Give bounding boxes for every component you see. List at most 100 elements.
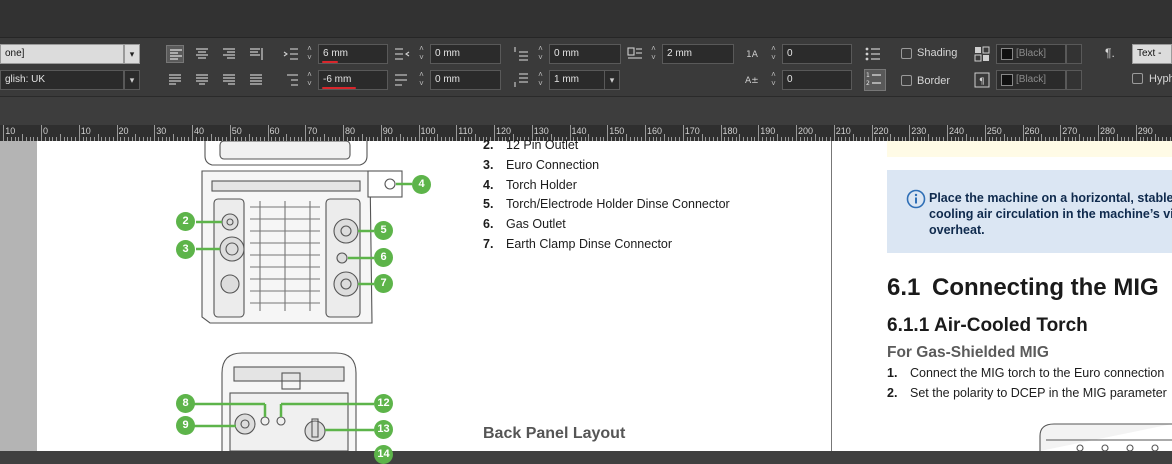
ruler-minor-tick [437, 134, 439, 141]
callout-line-3: overheat. [929, 223, 985, 237]
ruler-label: 60 [269, 126, 280, 136]
step-number: 2. [887, 386, 898, 400]
language-field[interactable]: glish: UK [0, 70, 124, 90]
drop-cap-lines-field[interactable]: 2 mm [662, 44, 734, 64]
ruler-major-tick [343, 125, 344, 141]
ruler-major-tick [909, 125, 911, 141]
right-indent-stepper[interactable]: ˄ ˅ [416, 44, 427, 64]
torch-illustration [1039, 423, 1172, 451]
ruler-label: 10 [5, 126, 16, 136]
right-indent-icon [393, 45, 411, 63]
ruler-label: 160 [647, 126, 663, 136]
ruler-label: 20 [118, 126, 129, 136]
ruler-minor-tick [739, 134, 741, 141]
align-center-icon[interactable] [193, 45, 211, 63]
info-icon [906, 189, 926, 209]
ruler-label: 140 [571, 126, 587, 136]
space-after-icon [512, 71, 530, 89]
text-style-field[interactable]: Text - [1132, 44, 1172, 64]
drop-cap-lines-stepper[interactable]: ˄ ˅ [648, 44, 659, 64]
border-checkbox[interactable] [901, 75, 912, 86]
list-number: 5. [483, 197, 494, 211]
shading-checkbox[interactable] [901, 48, 912, 59]
ruler-major-tick [267, 125, 269, 141]
space-after-field[interactable]: 1 mm [549, 70, 605, 90]
ruler-minor-tick [1041, 134, 1043, 141]
ruler-label: 100 [420, 126, 436, 136]
last-line-indent-stepper[interactable]: ˄ ˅ [416, 70, 427, 90]
black-swatch [1001, 74, 1013, 86]
left-indent-stepper[interactable]: ˄ ˅ [304, 44, 315, 64]
border-settings-icon[interactable]: ¶ [973, 71, 991, 89]
space-after-stepper[interactable]: ˄ ˅ [535, 70, 546, 90]
ruler-minor-tick [852, 134, 854, 141]
spelling-underline [322, 61, 338, 63]
horizontal-ruler[interactable]: 10 0 10 20 30 40 50 60 70 80 90 100 110 120 130 140 150 1… [0, 125, 1172, 141]
ruler-minor-tick [1079, 134, 1081, 141]
drop-cap-characters-field[interactable]: 0 [782, 44, 852, 64]
ruler-major-tick [1022, 125, 1024, 141]
ruler-minor-tick [324, 134, 326, 141]
callout-badge-5: 5 [374, 221, 393, 240]
callout-badge-12: 12 [374, 394, 393, 413]
ruler-major-tick [607, 125, 609, 141]
ruler-label: 80 [345, 126, 356, 136]
list-number: 7. [483, 237, 494, 251]
space-before-stepper[interactable]: ˄ ˅ [535, 44, 546, 64]
ruler-major-tick [1060, 125, 1062, 141]
ruler-major-tick [1098, 125, 1099, 141]
ruler-minor-tick [286, 134, 288, 141]
paragraph-style-field[interactable]: one] [0, 44, 124, 64]
list-item-text: Earth Clamp Dinse Connector [506, 237, 673, 251]
first-line-indent-stepper[interactable]: ˄ ˅ [304, 70, 315, 90]
baseline-shift-field[interactable]: 0 [782, 70, 852, 90]
ruler-label: 290 [1137, 126, 1153, 136]
space-before-field[interactable]: 0 mm [549, 44, 621, 64]
align-right-icon[interactable] [220, 45, 238, 63]
ruler-minor-tick [1003, 134, 1005, 141]
black-swatch [1001, 48, 1013, 60]
border-swatch-dropdown[interactable] [1066, 70, 1082, 90]
bulleted-list-icon[interactable] [864, 45, 882, 63]
ruler-minor-tick [475, 134, 477, 141]
ruler-label: 240 [949, 126, 965, 136]
align-towards-spine-icon[interactable] [247, 45, 265, 63]
drop-cap-characters-stepper[interactable]: ˄ ˅ [768, 44, 779, 64]
ruler-label: 120 [496, 126, 512, 136]
ruler-label: 70 [307, 126, 318, 136]
justify-left-icon[interactable] [166, 71, 184, 89]
shading-settings-icon[interactable] [973, 45, 991, 63]
space-after-dropdown[interactable]: ▾ [604, 70, 620, 90]
callout-badge-9: 9 [176, 416, 195, 435]
paragraph-style-dropdown[interactable]: ▾ [124, 44, 140, 64]
justify-all-icon[interactable] [247, 71, 265, 89]
ruler-major-tick [871, 125, 873, 141]
hyphenate-checkbox[interactable] [1132, 73, 1143, 84]
last-line-indent-field[interactable]: 0 mm [430, 70, 501, 90]
svg-text:1A: 1A [746, 50, 759, 60]
numbered-list-icon[interactable]: 12 [864, 69, 886, 91]
ruler-label: 90 [382, 126, 393, 136]
svg-text:¶: ¶ [979, 77, 985, 87]
list-item-text: Gas Outlet [506, 217, 566, 231]
back-panel-heading: Back Panel Layout [483, 425, 626, 442]
justify-right-icon[interactable] [220, 71, 238, 89]
right-indent-field[interactable]: 0 mm [430, 44, 501, 64]
ruler-minor-tick [210, 134, 212, 141]
application-bar [0, 0, 1172, 38]
baseline-shift-stepper[interactable]: ˄ ˅ [768, 70, 779, 90]
ruler-minor-tick [361, 134, 363, 141]
ruler-minor-tick [663, 134, 665, 141]
section-number: 6.1 [887, 274, 921, 301]
ruler-major-tick [154, 125, 156, 141]
ruler-label: 280 [1100, 126, 1116, 136]
justify-center-icon[interactable] [193, 71, 211, 89]
ruler-label: 50 [231, 126, 242, 136]
list-item-text: Euro Connection [506, 158, 600, 172]
ruler-label: 180 [722, 126, 738, 136]
language-dropdown[interactable]: ▾ [124, 70, 140, 90]
align-left-icon[interactable] [166, 45, 184, 63]
ruler-minor-tick [1154, 134, 1156, 141]
callout-badge-14: 14 [374, 445, 393, 464]
shading-swatch-dropdown[interactable] [1066, 44, 1082, 64]
